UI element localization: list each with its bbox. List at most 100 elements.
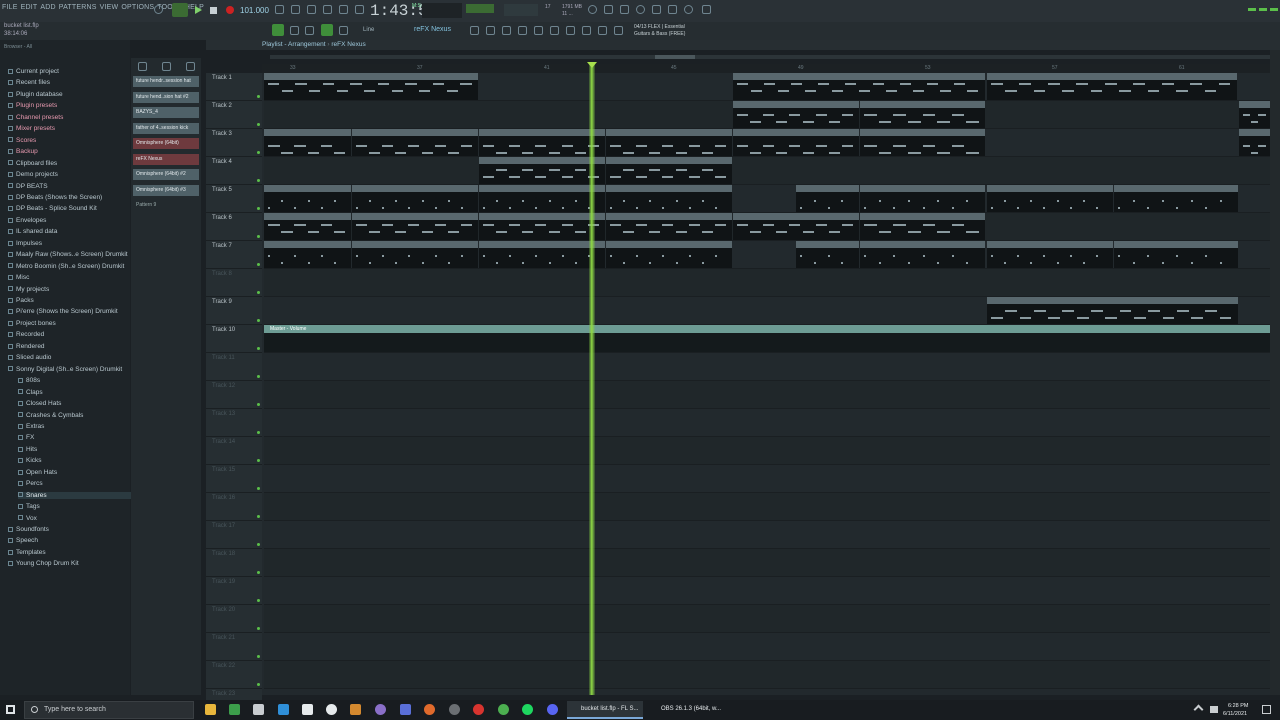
track-mute-led[interactable]	[257, 571, 260, 574]
picker-item[interactable]: Omnisphere (64bit) #3	[133, 184, 199, 196]
browser-subfolder[interactable]: Vox	[18, 515, 37, 522]
browser-folder[interactable]: Current project	[8, 68, 59, 75]
piano-roll-icon[interactable]	[290, 26, 299, 35]
plugin-icon[interactable]	[534, 26, 543, 35]
pattern-clip[interactable]: father of 4 pains red room session kick	[479, 213, 605, 240]
track-mute-led[interactable]	[257, 179, 260, 182]
browser-folder[interactable]: Maaly Raw (Shows..e Screen) Drumkit	[8, 251, 128, 258]
mixer-icon[interactable]	[470, 26, 479, 35]
app-icon-9[interactable]	[400, 704, 411, 715]
pattern-clip[interactable]: future hendrix session hat	[479, 185, 605, 212]
maximize-icon[interactable]	[1259, 8, 1267, 11]
pattern-clip[interactable]: reFX Nexus	[264, 73, 478, 100]
pattern-clip[interactable]: father of 4 pains red room session kick	[860, 213, 985, 240]
link-icon[interactable]	[582, 26, 591, 35]
browser-folder[interactable]: Plugin database	[8, 91, 63, 98]
pattern-clip[interactable]: BAZYS_4	[860, 241, 985, 268]
menu-view[interactable]: VIEW	[100, 4, 119, 11]
volume-icon[interactable]	[1210, 706, 1218, 713]
project-icon[interactable]	[550, 26, 559, 35]
browser-folder[interactable]: Mixer presets	[8, 125, 55, 132]
browser-folder[interactable]: Young Chop Drum Kit	[8, 560, 79, 567]
paint-tool-icon[interactable]	[339, 26, 348, 35]
picker-item[interactable]: Pattern 9	[133, 200, 199, 211]
pattern-clip[interactable]: Omnisphere (64bit)	[860, 129, 985, 156]
touch-keyboard-icon[interactable]	[518, 26, 527, 35]
track-lane[interactable]	[264, 409, 1270, 437]
track-lane[interactable]	[264, 269, 1270, 297]
excel-icon[interactable]	[229, 704, 240, 715]
track-mute-led[interactable]	[257, 683, 260, 686]
cart-icon[interactable]	[668, 5, 677, 14]
browser-folder[interactable]: Soundfonts	[8, 526, 49, 533]
notification-icon[interactable]	[1262, 705, 1271, 714]
pattern-clip[interactable]: future hendrix session hat	[987, 185, 1113, 212]
browser-subfolder[interactable]: Snares	[18, 491, 136, 499]
refresh-icon[interactable]	[588, 5, 597, 14]
browser-folder[interactable]: Sliced audio	[8, 354, 51, 361]
pattern-clip[interactable]: Omnisphere (64bit)	[264, 129, 351, 156]
track-mute-led[interactable]	[257, 655, 260, 658]
pattern-clip[interactable]: future hendr.. essio hat	[796, 185, 859, 212]
browser-folder[interactable]: Scores	[8, 137, 36, 144]
pattern-clip[interactable]: Omnisphere (64bit) #3	[479, 157, 605, 184]
browser-folder[interactable]: My projects	[8, 286, 49, 293]
pattern-clip[interactable]: Omnisphere (64bit)	[352, 129, 478, 156]
track-mute-led[interactable]	[257, 627, 260, 630]
browser-subfolder[interactable]: Tags	[18, 503, 40, 510]
pattern-clip[interactable]: BAZYS_4	[1114, 241, 1238, 268]
browser-folder[interactable]: DP Beats - Splice Sound Kit	[8, 205, 97, 212]
pattern-clip[interactable]: BAZYS_4	[352, 241, 478, 268]
app-icon-12[interactable]	[473, 704, 484, 715]
picker-audio-icon[interactable]	[162, 62, 171, 71]
loop-record-icon[interactable]	[355, 5, 364, 14]
playhead[interactable]	[589, 64, 595, 695]
menu-add[interactable]: ADD	[40, 4, 55, 11]
track-mute-led[interactable]	[257, 543, 260, 546]
save-icon[interactable]	[652, 5, 661, 14]
track-lane[interactable]	[264, 605, 1270, 633]
browser-toggle-icon[interactable]	[486, 26, 495, 35]
track-lane[interactable]	[264, 549, 1270, 577]
task-obs[interactable]: OBS 26.1.3 (64bit, w...	[647, 701, 723, 719]
pattern-clip[interactable]: reFX Nexus	[987, 73, 1237, 100]
track-mute-led[interactable]	[257, 375, 260, 378]
current-pattern[interactable]: reFX Nexus	[414, 26, 451, 33]
magnet-icon[interactable]	[598, 26, 607, 35]
app-icon-11[interactable]	[449, 704, 460, 715]
picker-patterns-icon[interactable]	[138, 62, 147, 71]
playlist-window-icon[interactable]	[272, 24, 284, 36]
browser-subfolder[interactable]: Kicks	[18, 457, 42, 464]
pattern-clip[interactable]: Omni..	[1239, 101, 1270, 128]
browser-subfolder[interactable]: Crashes & Cymbals	[18, 412, 83, 419]
app-icon-5[interactable]	[302, 704, 313, 715]
loop-icon[interactable]	[154, 5, 163, 14]
picker-automation-icon[interactable]	[186, 62, 195, 71]
pencil-tool-icon[interactable]	[321, 24, 333, 36]
browser-folder[interactable]: Demo projects	[8, 171, 58, 178]
browser-subfolder[interactable]: Extras	[18, 423, 44, 430]
download-icon[interactable]	[702, 5, 711, 14]
playhead-marker[interactable]	[587, 62, 597, 68]
app-icon-8[interactable]	[375, 704, 386, 715]
tempo-display[interactable]: 101.000	[240, 6, 269, 15]
playlist-pattern-label[interactable]: reFX Nexus	[331, 41, 365, 48]
browser-folder[interactable]: IL shared data	[8, 228, 57, 235]
track-mute-led[interactable]	[257, 599, 260, 602]
track-lane[interactable]	[264, 157, 1270, 185]
track-lane[interactable]	[264, 465, 1270, 493]
pattern-clip[interactable]: Omni..	[1239, 129, 1270, 156]
app-icon-3[interactable]	[253, 704, 264, 715]
help-icon[interactable]	[636, 5, 645, 14]
browser-subfolder[interactable]: Percs	[18, 480, 43, 487]
pattern-clip[interactable]: father of 4 pains.. room session kick	[264, 213, 351, 240]
windows-start-icon[interactable]	[6, 705, 15, 714]
browser-folder[interactable]: DP Beats (Shows the Screen)	[8, 194, 102, 201]
pattern-clip[interactable]: Omnisphere (64bit) #2	[860, 101, 985, 128]
track-lane[interactable]	[264, 661, 1270, 689]
pattern-clip[interactable]: Omnisphere (64bit)	[606, 129, 732, 156]
play-button[interactable]	[195, 6, 202, 14]
browser-folder[interactable]: Plugin presets	[8, 102, 57, 109]
pattern-clip[interactable]: BAZYS_4	[987, 241, 1113, 268]
channel-rack-icon[interactable]	[305, 26, 314, 35]
